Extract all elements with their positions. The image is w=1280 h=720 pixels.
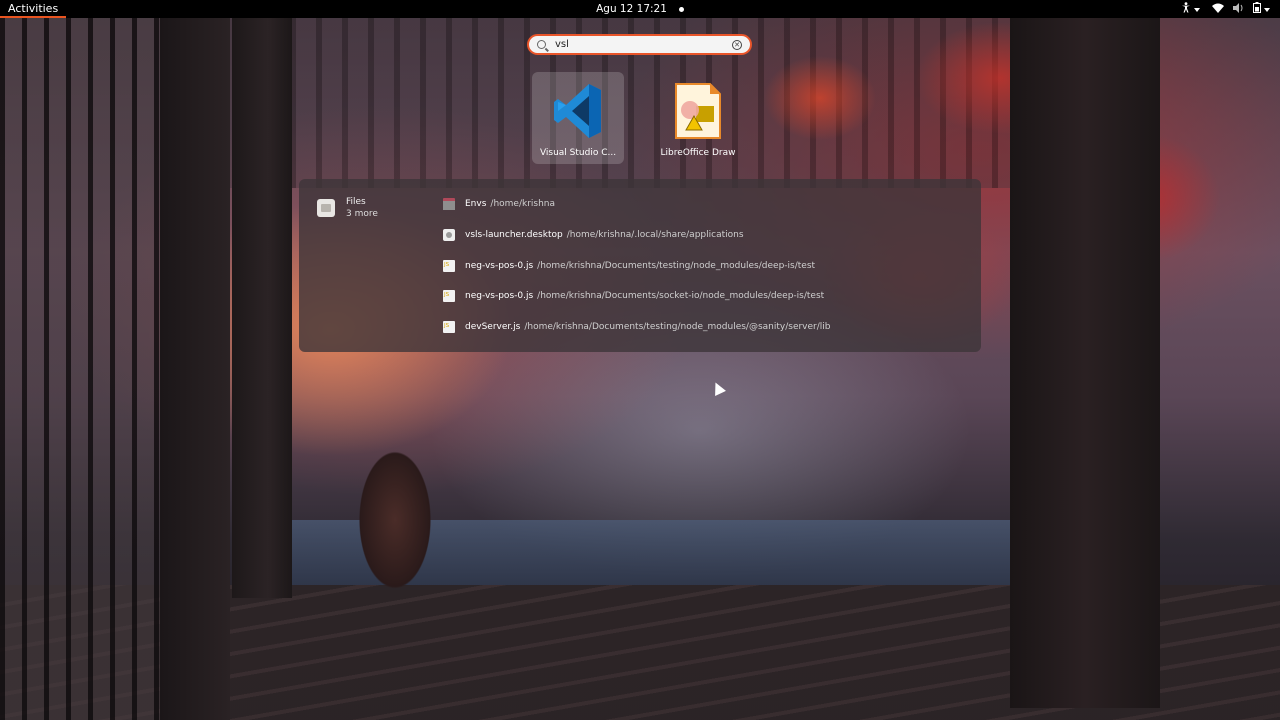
chevron-down-icon <box>1193 8 1200 12</box>
app-result-libreoffice-draw[interactable]: LibreOffice Draw <box>652 72 744 164</box>
file-name: neg-vs-pos-0.js <box>465 261 534 271</box>
app-label: LibreOffice Draw <box>660 148 736 158</box>
search-entry[interactable]: ✕ <box>527 34 752 55</box>
provider-more-results[interactable]: 3 more <box>346 209 378 219</box>
file-result-row[interactable]: neg-vs-pos-0.js /home/krishna/Documents/… <box>443 288 824 304</box>
js-file-icon <box>443 260 455 272</box>
accessibility-icon <box>1181 2 1190 13</box>
app-result-vscode[interactable]: Visual Studio C... <box>532 72 624 164</box>
clock-label: Agu 12 17:21 <box>596 3 667 15</box>
js-file-icon <box>443 290 455 302</box>
file-name: devServer.js <box>465 322 521 332</box>
file-path: /home/krishna/Documents/socket-io/node_m… <box>537 291 825 301</box>
file-name: vsls-launcher.desktop <box>465 230 563 240</box>
file-path: /home/krishna <box>490 199 556 209</box>
desktop-file-icon <box>443 229 455 241</box>
system-tray[interactable] <box>1181 0 1270 18</box>
search-input[interactable] <box>555 39 715 50</box>
clock[interactable]: Agu 12 17:21 <box>0 0 1280 18</box>
battery-icon <box>1253 2 1261 13</box>
file-result-row[interactable]: devServer.js /home/krishna/Documents/tes… <box>443 319 831 335</box>
wifi-icon <box>1211 3 1224 13</box>
file-name: neg-vs-pos-0.js <box>465 291 534 301</box>
search-icon <box>537 40 546 49</box>
files-app-icon[interactable] <box>317 199 335 217</box>
app-label: Visual Studio C... <box>539 148 617 158</box>
volume-icon <box>1232 3 1243 13</box>
file-result-row[interactable]: Envs /home/krishna <box>443 196 555 212</box>
accessibility-menu[interactable] <box>1181 2 1200 16</box>
notification-dot-icon <box>678 6 684 12</box>
folder-icon <box>443 198 455 210</box>
js-file-icon <box>443 321 455 333</box>
desktop-wallpaper <box>0 0 1280 720</box>
clear-search-icon[interactable]: ✕ <box>732 39 742 50</box>
file-name: Envs <box>465 199 487 209</box>
vscode-icon <box>554 84 601 138</box>
file-path: /home/krishna/Documents/testing/node_mod… <box>537 261 816 271</box>
status-menu[interactable] <box>1211 2 1270 16</box>
chevron-down-icon <box>1264 8 1270 12</box>
file-result-row[interactable]: neg-vs-pos-0.js /home/krishna/Documents/… <box>443 258 815 274</box>
file-result-row[interactable]: vsls-launcher.desktop /home/krishna/.loc… <box>443 227 744 243</box>
top-bar: Activities Agu 12 17:21 <box>0 0 1280 18</box>
file-path: /home/krishna/.local/share/applications <box>566 230 744 240</box>
file-path: /home/krishna/Documents/testing/node_mod… <box>524 322 831 332</box>
files-search-provider: Files 3 more Envs /home/krishna vsls-lau… <box>299 179 981 352</box>
libreoffice-draw-icon <box>675 83 721 139</box>
provider-name[interactable]: Files <box>346 197 366 207</box>
